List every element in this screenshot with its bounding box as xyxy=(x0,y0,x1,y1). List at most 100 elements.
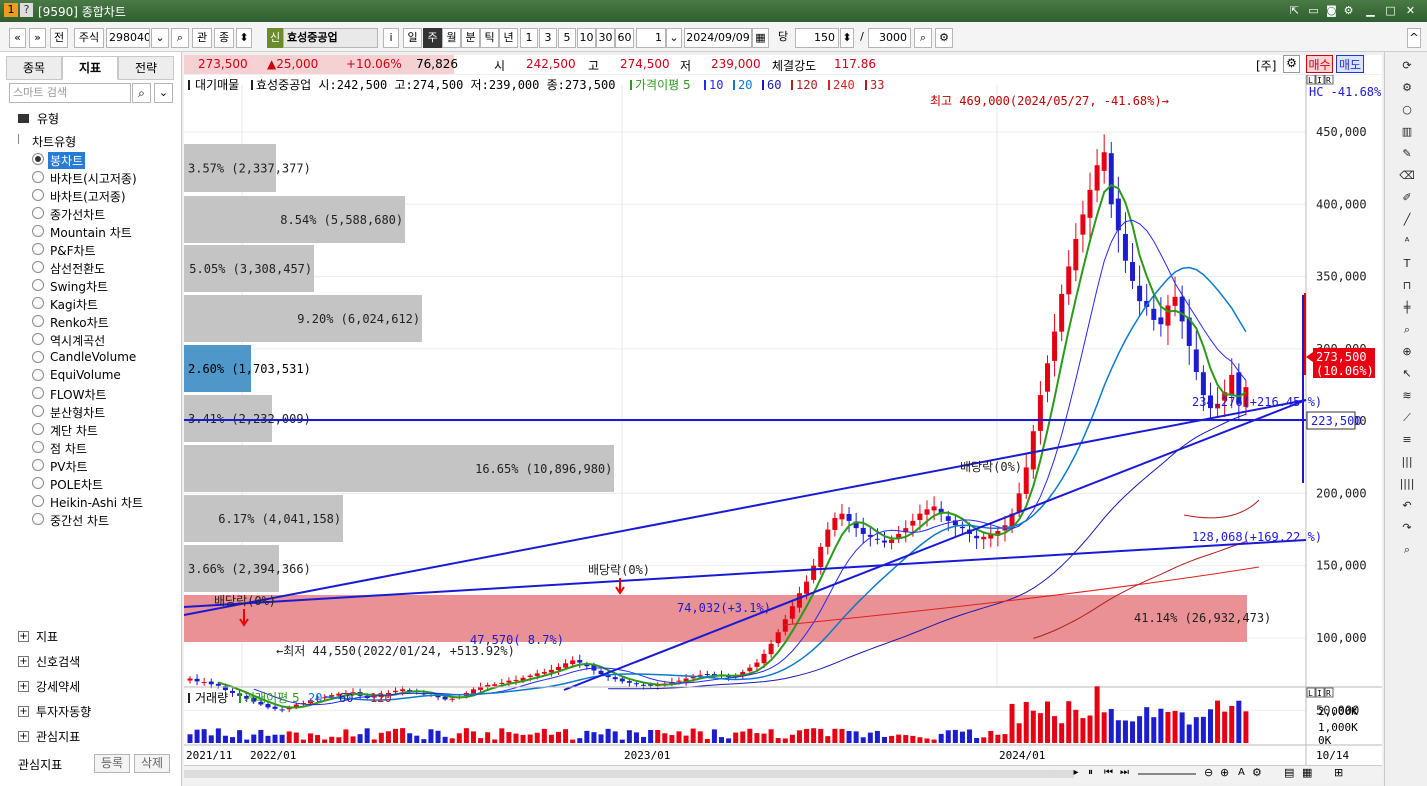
panel-collapse-icon[interactable]: ⌄ xyxy=(154,83,173,103)
interval-input[interactable]: 1 xyxy=(636,28,666,48)
radio-icon[interactable] xyxy=(32,459,44,471)
chart-scrollbar[interactable]: ◂ ▸ ⏸ ⏮ ⏭ ⊖ ⊕ A ⚙ ▤ ▦ ⊞ xyxy=(184,765,1382,783)
chart-type-item[interactable]: POLE차트 xyxy=(50,476,103,493)
interval-5[interactable]: 5 xyxy=(558,28,576,48)
group-chart-type[interactable]: 차트유형 xyxy=(32,133,76,150)
settings-icon[interactable]: ⚙ xyxy=(1398,80,1416,96)
interval-1[interactable]: 1 xyxy=(520,28,538,48)
radio-icon[interactable] xyxy=(32,495,44,507)
undo-icon[interactable]: ↶ xyxy=(1398,498,1416,514)
chart-type-item[interactable]: Renko차트 xyxy=(50,314,109,331)
radio-icon[interactable] xyxy=(32,333,44,345)
expand-icon[interactable]: + xyxy=(18,681,29,692)
radio-icon[interactable] xyxy=(32,189,44,201)
eraser-icon[interactable]: ⌫ xyxy=(1398,168,1416,184)
chart-type-item[interactable]: 봉차트 xyxy=(48,152,86,169)
radio-icon[interactable] xyxy=(32,261,44,273)
line-icon[interactable]: ╱ xyxy=(1398,212,1416,228)
code-dropdown-icon[interactable]: ⌄ xyxy=(151,28,169,48)
zoom-in-icon[interactable]: ⊕ xyxy=(1398,344,1416,360)
vlines-icon[interactable]: |||| xyxy=(1398,476,1416,492)
expand-icon[interactable]: + xyxy=(18,631,29,642)
radio-icon[interactable] xyxy=(32,441,44,453)
pause-icon[interactable]: ⏸ xyxy=(1088,767,1093,778)
period-month[interactable]: 월 xyxy=(442,28,461,48)
prev-icon[interactable]: ⏮ xyxy=(1104,767,1113,778)
maximize-icon[interactable]: □ xyxy=(1383,3,1398,18)
cursor-icon[interactable]: ↖ xyxy=(1398,366,1416,382)
chart-type-item[interactable]: CandleVolume xyxy=(50,350,136,364)
quote-settings-icon[interactable]: ⚙ xyxy=(1283,55,1300,73)
chart-type-item[interactable]: P&F차트 xyxy=(50,242,96,259)
interval-3[interactable]: 3 xyxy=(539,28,557,48)
radio-icon[interactable] xyxy=(32,477,44,489)
radio-icon[interactable] xyxy=(32,315,44,327)
radio-icon[interactable] xyxy=(32,369,44,381)
redo-icon[interactable]: ↷ xyxy=(1398,520,1416,536)
zoom-in-icon[interactable]: ⊕ xyxy=(1220,766,1229,779)
info-button[interactable]: i xyxy=(383,28,399,48)
chart-type-item[interactable]: 바차트(시고저종) xyxy=(50,170,137,187)
grid-icon[interactable]: ▦ xyxy=(1302,766,1312,779)
section-signal[interactable]: 신호검색 xyxy=(36,653,80,670)
chart-type-item[interactable]: Kagi차트 xyxy=(50,296,98,313)
chart-type-item[interactable]: EquiVolume xyxy=(50,368,121,382)
radio-icon[interactable] xyxy=(32,297,44,309)
chart-type-item[interactable]: 점 차트 xyxy=(50,440,87,457)
period-day[interactable]: 일 xyxy=(403,28,422,48)
chart-settings-icon[interactable]: ⚙ xyxy=(1252,766,1262,779)
chart-type-item[interactable]: 삼선전환도 xyxy=(50,260,105,277)
magnet-icon[interactable]: ⊓ xyxy=(1398,278,1416,294)
chart-type-item[interactable]: 분산형차트 xyxy=(50,404,105,421)
section-fav-indicator[interactable]: 관심지표 xyxy=(36,728,80,745)
tab-indicator[interactable]: 지표 xyxy=(62,56,118,80)
buy-button[interactable]: 매수 xyxy=(1306,55,1333,73)
radio-icon[interactable] xyxy=(32,171,44,183)
circle-icon[interactable]: ○ xyxy=(1398,102,1416,118)
brush-icon[interactable]: ✐ xyxy=(1398,190,1416,206)
close-icon[interactable]: ✕ xyxy=(1403,3,1418,18)
chart-type-item[interactable]: Swing차트 xyxy=(50,278,108,295)
hline-icon[interactable]: ≡ xyxy=(1398,432,1416,448)
tab-stock[interactable]: 종목 xyxy=(6,56,62,80)
radio-icon[interactable] xyxy=(32,279,44,291)
interval-60[interactable]: 60 xyxy=(615,28,634,48)
trend-icon[interactable]: ⟋ xyxy=(1398,410,1416,426)
chart-type-item[interactable]: PV차트 xyxy=(50,458,88,475)
text-icon[interactable]: T xyxy=(1398,256,1416,272)
zoom-icon[interactable]: ⌕ xyxy=(914,28,932,48)
tab-strategy[interactable]: 전략 xyxy=(118,56,174,80)
sell-button[interactable]: 매도 xyxy=(1336,55,1364,73)
pin-icon[interactable]: ⇱ xyxy=(1287,3,1302,18)
scroll-track[interactable] xyxy=(184,770,1074,778)
radio-icon[interactable] xyxy=(32,225,44,237)
chart-type-item[interactable]: Mountain 차트 xyxy=(50,224,132,241)
stock-type-button[interactable]: 주식 xyxy=(74,28,104,48)
minimize-icon[interactable]: ▁ xyxy=(1363,3,1378,18)
zoom-icon[interactable]: ⌕ xyxy=(1398,322,1416,338)
expand-icon[interactable]: + xyxy=(18,706,29,717)
auto-icon[interactable]: ᴬ xyxy=(1398,234,1416,250)
settings-icon[interactable]: ⚙ xyxy=(1341,3,1356,18)
register-button[interactable]: 등록 xyxy=(94,754,130,773)
zoom-slider[interactable] xyxy=(1138,773,1196,775)
count-spinner-icon[interactable]: ⬍ xyxy=(840,28,854,48)
radio-icon[interactable] xyxy=(32,153,44,165)
section-type[interactable]: 유형 xyxy=(37,110,59,127)
calendar-icon[interactable]: ▦ xyxy=(752,28,769,48)
bar-chart-icon[interactable]: ▥ xyxy=(1398,124,1416,140)
toolbar-settings-icon[interactable]: ⚙ xyxy=(935,28,953,48)
expand-icon[interactable]: + xyxy=(18,656,29,667)
interval-10[interactable]: 10 xyxy=(577,28,596,48)
price-chart[interactable]: 450,000400,000350,000300,000250,000200,0… xyxy=(183,74,1382,765)
chart-type-item[interactable]: 계단 차트 xyxy=(50,422,98,439)
fibonacci-icon[interactable]: ≋ xyxy=(1398,388,1416,404)
chart-type-item[interactable]: FLOW차트 xyxy=(50,386,107,403)
section-investor[interactable]: 투자자동향 xyxy=(36,703,91,720)
period-tick[interactable]: 틱 xyxy=(480,28,499,48)
help-icon[interactable]: ? xyxy=(20,3,33,17)
spinner-icon[interactable]: ⬍ xyxy=(236,28,252,48)
radio-icon[interactable] xyxy=(32,513,44,525)
chart-type-item[interactable]: 중간선 차트 xyxy=(50,512,109,529)
prev-stock-icon[interactable]: « xyxy=(9,28,26,48)
